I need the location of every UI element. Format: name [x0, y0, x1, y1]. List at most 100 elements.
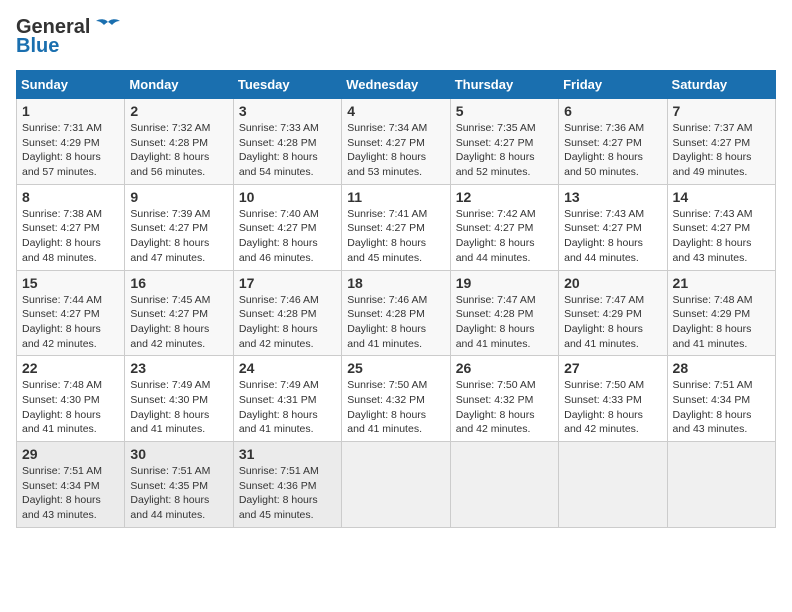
day-number: 11: [347, 189, 444, 205]
calendar-week-row: 22Sunrise: 7:48 AMSunset: 4:30 PMDayligh…: [17, 356, 776, 442]
calendar-cell: 30 Sunrise: 7:51 AMSunset: 4:35 PMDayligh…: [125, 442, 233, 528]
calendar-cell: 12 Sunrise: 7:42 AMSunset: 4:27 PMDayligh…: [450, 184, 558, 270]
day-number: 28: [673, 360, 770, 376]
weekday-header-wednesday: Wednesday: [342, 71, 450, 99]
calendar-cell: 16Sunrise: 7:45 AMSunset: 4:27 PMDayligh…: [125, 270, 233, 356]
day-info: Sunrise: 7:51 AMSunset: 4:35 PMDaylight:…: [130, 464, 227, 523]
calendar-cell: 20 Sunrise: 7:47 AMSunset: 4:29 PMDayligh…: [559, 270, 667, 356]
calendar-cell: 27 Sunrise: 7:50 AMSunset: 4:33 PMDayligh…: [559, 356, 667, 442]
calendar-cell: 11 Sunrise: 7:41 AMSunset: 4:27 PMDayligh…: [342, 184, 450, 270]
day-info: Sunrise: 7:46 AMSunset: 4:28 PMDaylight:…: [347, 293, 444, 352]
day-info: Sunrise: 7:49 AMSunset: 4:31 PMDaylight:…: [239, 378, 336, 437]
calendar-cell: [667, 442, 775, 528]
logo-blue-text: Blue: [16, 35, 59, 58]
calendar-cell: 7Sunrise: 7:37 AMSunset: 4:27 PMDaylight…: [667, 99, 775, 185]
day-number: 26: [456, 360, 553, 376]
day-info: Sunrise: 7:46 AMSunset: 4:28 PMDaylight:…: [239, 293, 336, 352]
calendar-cell: 18 Sunrise: 7:46 AMSunset: 4:28 PMDayligh…: [342, 270, 450, 356]
logo-bird-icon: [94, 18, 122, 38]
day-info: Sunrise: 7:39 AMSunset: 4:27 PMDaylight:…: [130, 207, 227, 266]
day-number: 9: [130, 189, 227, 205]
day-number: 17: [239, 275, 336, 291]
calendar-cell: [342, 442, 450, 528]
day-number: 15: [22, 275, 119, 291]
weekday-header-saturday: Saturday: [667, 71, 775, 99]
day-info: Sunrise: 7:35 AMSunset: 4:27 PMDaylight:…: [456, 121, 553, 180]
day-info: Sunrise: 7:50 AMSunset: 4:33 PMDaylight:…: [564, 378, 661, 437]
day-number: 24: [239, 360, 336, 376]
calendar-cell: 19 Sunrise: 7:47 AMSunset: 4:28 PMDayligh…: [450, 270, 558, 356]
day-number: 18: [347, 275, 444, 291]
day-info: Sunrise: 7:49 AMSunset: 4:30 PMDaylight:…: [130, 378, 227, 437]
calendar-cell: 14Sunrise: 7:43 AMSunset: 4:27 PMDayligh…: [667, 184, 775, 270]
day-number: 5: [456, 103, 553, 119]
day-info: Sunrise: 7:50 AMSunset: 4:32 PMDaylight:…: [347, 378, 444, 437]
day-number: 25: [347, 360, 444, 376]
day-info: Sunrise: 7:33 AMSunset: 4:28 PMDaylight:…: [239, 121, 336, 180]
day-info: Sunrise: 7:31 AMSunset: 4:29 PMDaylight:…: [22, 121, 119, 180]
weekday-header-friday: Friday: [559, 71, 667, 99]
day-number: 6: [564, 103, 661, 119]
day-info: Sunrise: 7:38 AMSunset: 4:27 PMDaylight:…: [22, 207, 119, 266]
day-info: Sunrise: 7:47 AMSunset: 4:28 PMDaylight:…: [456, 293, 553, 352]
calendar-cell: 21Sunrise: 7:48 AMSunset: 4:29 PMDayligh…: [667, 270, 775, 356]
calendar-cell: 9 Sunrise: 7:39 AMSunset: 4:27 PMDaylight…: [125, 184, 233, 270]
day-number: 3: [239, 103, 336, 119]
day-number: 10: [239, 189, 336, 205]
day-number: 20: [564, 275, 661, 291]
calendar-header-row: SundayMondayTuesdayWednesdayThursdayFrid…: [17, 71, 776, 99]
calendar-cell: [450, 442, 558, 528]
calendar-cell: 15 Sunrise: 7:44 AMSunset: 4:27 PMDayligh…: [17, 270, 125, 356]
page-header: General Blue: [16, 16, 776, 58]
day-info: Sunrise: 7:41 AMSunset: 4:27 PMDaylight:…: [347, 207, 444, 266]
day-info: Sunrise: 7:37 AMSunset: 4:27 PMDaylight:…: [673, 121, 770, 180]
day-number: 2: [130, 103, 227, 119]
day-info: Sunrise: 7:40 AMSunset: 4:27 PMDaylight:…: [239, 207, 336, 266]
day-number: 30: [130, 446, 227, 462]
day-info: Sunrise: 7:43 AMSunset: 4:27 PMDaylight:…: [673, 207, 770, 266]
day-info: Sunrise: 7:32 AMSunset: 4:28 PMDaylight:…: [130, 121, 227, 180]
calendar-cell: 23 Sunrise: 7:49 AMSunset: 4:30 PMDayligh…: [125, 356, 233, 442]
calendar-cell: 13Sunrise: 7:43 AMSunset: 4:27 PMDayligh…: [559, 184, 667, 270]
calendar-week-row: 1 Sunrise: 7:31 AMSunset: 4:29 PMDaylight…: [17, 99, 776, 185]
calendar-cell: 31Sunrise: 7:51 AMSunset: 4:36 PMDayligh…: [233, 442, 341, 528]
calendar-table: SundayMondayTuesdayWednesdayThursdayFrid…: [16, 70, 776, 528]
logo: General Blue: [16, 16, 122, 58]
calendar-cell: 4Sunrise: 7:34 AMSunset: 4:27 PMDaylight…: [342, 99, 450, 185]
day-number: 29: [22, 446, 119, 462]
calendar-cell: 22Sunrise: 7:48 AMSunset: 4:30 PMDayligh…: [17, 356, 125, 442]
day-number: 19: [456, 275, 553, 291]
day-number: 31: [239, 446, 336, 462]
calendar-cell: 25 Sunrise: 7:50 AMSunset: 4:32 PMDayligh…: [342, 356, 450, 442]
day-number: 1: [22, 103, 119, 119]
day-number: 16: [130, 275, 227, 291]
calendar-week-row: 15 Sunrise: 7:44 AMSunset: 4:27 PMDayligh…: [17, 270, 776, 356]
calendar-cell: 10 Sunrise: 7:40 AMSunset: 4:27 PMDayligh…: [233, 184, 341, 270]
calendar-cell: 28Sunrise: 7:51 AMSunset: 4:34 PMDayligh…: [667, 356, 775, 442]
calendar-cell: 6 Sunrise: 7:36 AMSunset: 4:27 PMDaylight…: [559, 99, 667, 185]
calendar-week-row: 29Sunrise: 7:51 AMSunset: 4:34 PMDayligh…: [17, 442, 776, 528]
weekday-header-sunday: Sunday: [17, 71, 125, 99]
day-number: 4: [347, 103, 444, 119]
calendar-cell: [559, 442, 667, 528]
day-info: Sunrise: 7:36 AMSunset: 4:27 PMDaylight:…: [564, 121, 661, 180]
weekday-header-thursday: Thursday: [450, 71, 558, 99]
day-info: Sunrise: 7:47 AMSunset: 4:29 PMDaylight:…: [564, 293, 661, 352]
calendar-cell: 1 Sunrise: 7:31 AMSunset: 4:29 PMDaylight…: [17, 99, 125, 185]
calendar-week-row: 8 Sunrise: 7:38 AMSunset: 4:27 PMDaylight…: [17, 184, 776, 270]
day-number: 8: [22, 189, 119, 205]
weekday-header-monday: Monday: [125, 71, 233, 99]
day-number: 12: [456, 189, 553, 205]
day-info: Sunrise: 7:48 AMSunset: 4:29 PMDaylight:…: [673, 293, 770, 352]
day-number: 22: [22, 360, 119, 376]
calendar-cell: 26 Sunrise: 7:50 AMSunset: 4:32 PMDayligh…: [450, 356, 558, 442]
day-number: 13: [564, 189, 661, 205]
day-info: Sunrise: 7:42 AMSunset: 4:27 PMDaylight:…: [456, 207, 553, 266]
calendar-cell: 24 Sunrise: 7:49 AMSunset: 4:31 PMDayligh…: [233, 356, 341, 442]
day-number: 27: [564, 360, 661, 376]
day-info: Sunrise: 7:50 AMSunset: 4:32 PMDaylight:…: [456, 378, 553, 437]
calendar-cell: 3 Sunrise: 7:33 AMSunset: 4:28 PMDaylight…: [233, 99, 341, 185]
day-info: Sunrise: 7:44 AMSunset: 4:27 PMDaylight:…: [22, 293, 119, 352]
day-number: 23: [130, 360, 227, 376]
calendar-cell: 5 Sunrise: 7:35 AMSunset: 4:27 PMDaylight…: [450, 99, 558, 185]
